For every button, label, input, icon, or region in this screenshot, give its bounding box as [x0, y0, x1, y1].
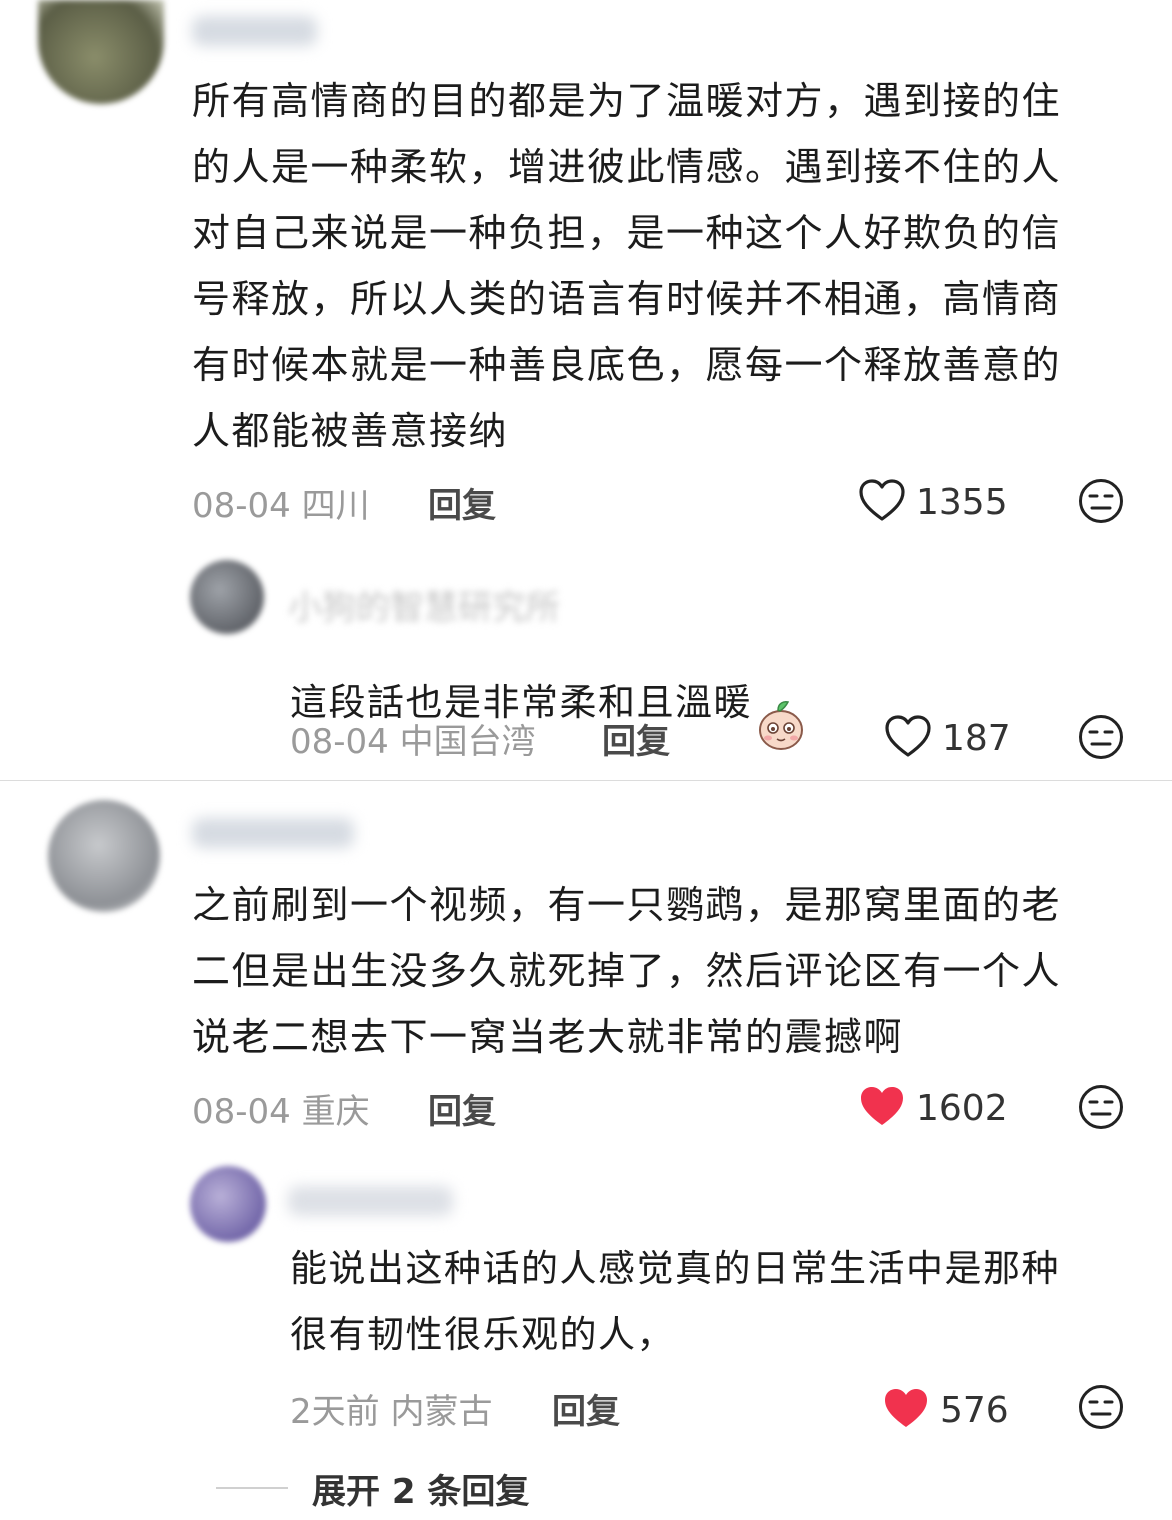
like-button[interactable]: 1355 — [858, 478, 1008, 526]
meh-face-icon[interactable] — [1078, 1084, 1124, 1134]
reply-button[interactable]: 回复 — [428, 1084, 496, 1133]
like-count: 1602 — [916, 1087, 1008, 1129]
expand-line — [216, 1487, 288, 1489]
reply-button[interactable]: 回复 — [428, 478, 496, 527]
username[interactable] — [192, 16, 317, 46]
meh-face-icon[interactable] — [1078, 714, 1124, 764]
avatar[interactable] — [48, 800, 160, 912]
comment-meta: 08-04 四川 — [192, 486, 370, 526]
heart-outline-icon — [858, 478, 906, 526]
avatar[interactable] — [190, 560, 264, 634]
like-count: 187 — [942, 717, 1011, 759]
username[interactable] — [192, 818, 354, 848]
username[interactable] — [288, 1186, 453, 1216]
avatar[interactable] — [190, 1166, 266, 1242]
heart-outline-icon — [884, 714, 932, 762]
avatar[interactable] — [38, 0, 164, 104]
like-button[interactable]: 1602 — [858, 1084, 1008, 1132]
comment-meta: 2天前 内蒙古 — [290, 1392, 493, 1432]
like-button[interactable]: 187 — [884, 714, 1011, 762]
divider — [0, 780, 1172, 781]
reply-button[interactable]: 回复 — [552, 1384, 620, 1433]
like-button[interactable]: 576 — [882, 1386, 1009, 1434]
reply-author[interactable]: 小狗的智慧研究所 — [288, 580, 560, 629]
comment-text: 之前刷到一个视频，有一只鹦鹉，是那窝里面的老 二但是出生没多久就死掉了，然后评论… — [192, 883, 1062, 1059]
like-count: 576 — [940, 1389, 1009, 1431]
comment-text: 所有高情商的目的都是为了温暖对方，遇到接的住 的人是一种柔软，增进彼此情感。遇到… — [192, 79, 1062, 453]
emoji-sticker-icon — [756, 632, 806, 773]
comment-meta: 08-04 重庆 — [192, 1092, 370, 1132]
comment-meta: 08-04 中国台湾 — [290, 722, 536, 762]
meh-face-icon[interactable] — [1078, 1384, 1124, 1434]
like-count: 1355 — [916, 481, 1008, 523]
heart-filled-icon — [882, 1386, 930, 1434]
reply-text: 能说出这种话的人感觉真的日常生活中是那种 很有韧性很乐观的人， — [290, 1247, 1060, 1356]
reply-button[interactable]: 回复 — [602, 714, 670, 763]
meh-face-icon[interactable] — [1078, 478, 1124, 528]
expand-replies-button[interactable]: 展开 2 条回复 — [312, 1464, 529, 1513]
heart-filled-icon — [858, 1084, 906, 1132]
